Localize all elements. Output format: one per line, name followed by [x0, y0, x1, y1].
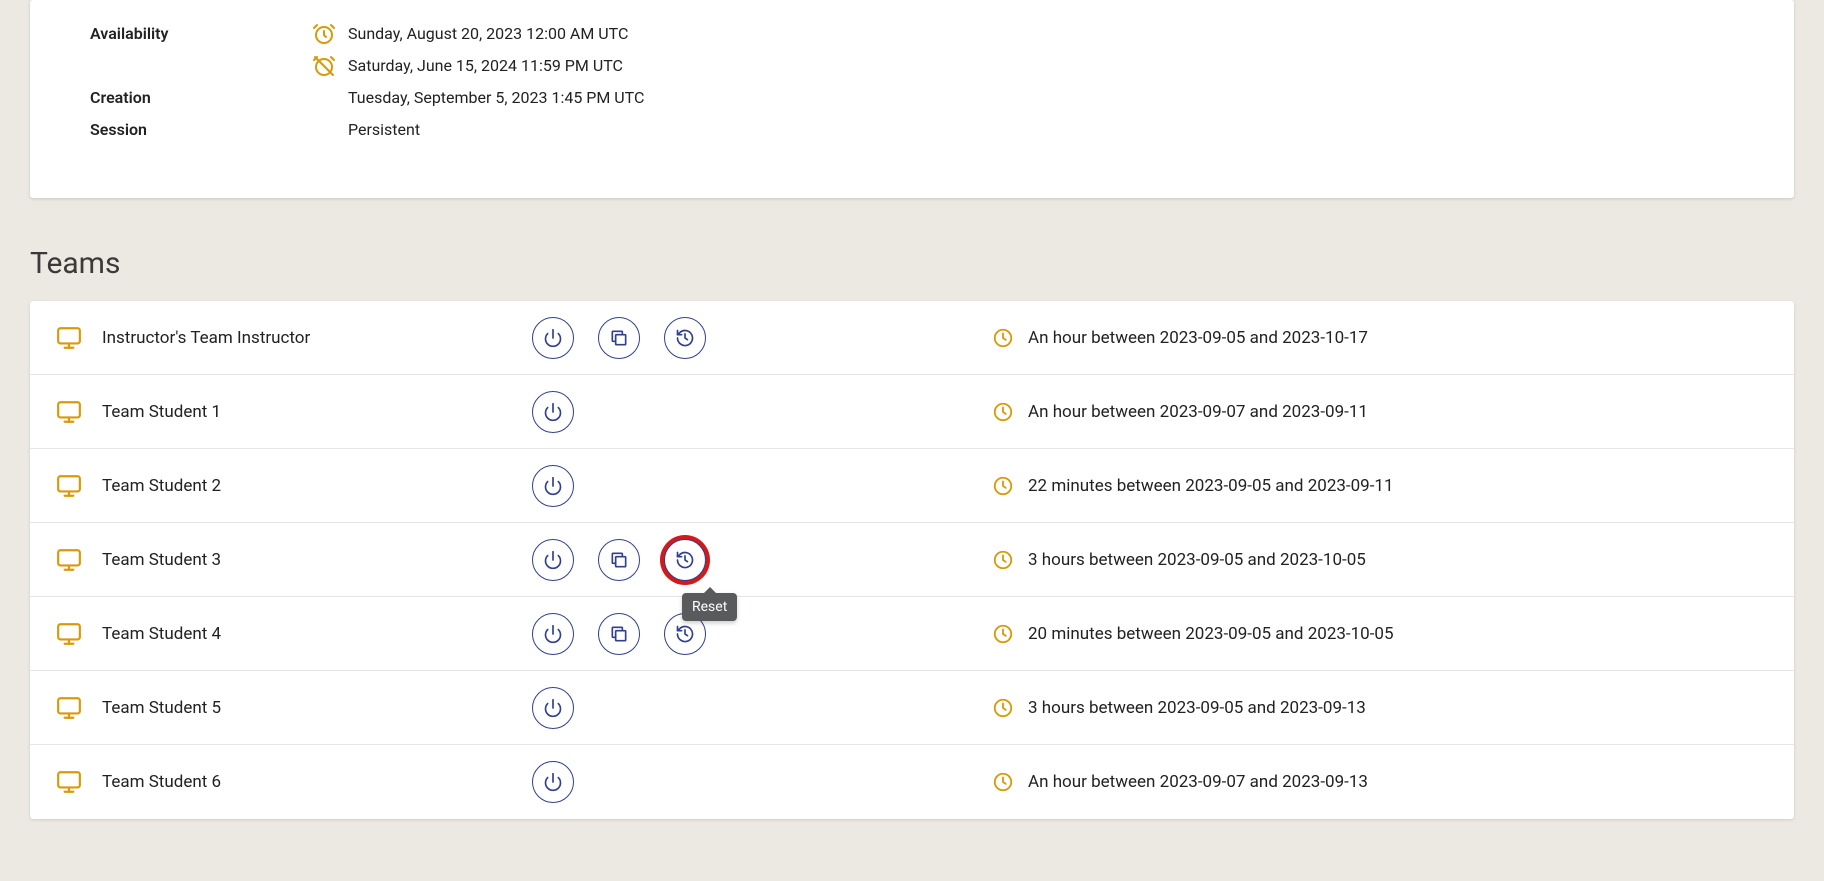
team-time: An hour between 2023-09-07 and 2023-09-1…	[1028, 772, 1368, 792]
team-time: An hour between 2023-09-07 and 2023-09-1…	[1028, 402, 1368, 422]
info-row-availability-end: Saturday, June 15, 2024 11:59 PM UTC	[90, 52, 1734, 82]
monitor-icon	[56, 769, 82, 795]
availability-end: Saturday, June 15, 2024 11:59 PM UTC	[348, 52, 623, 75]
monitor-icon	[56, 399, 82, 425]
clock-icon	[992, 327, 1014, 349]
team-actions: Reset	[532, 539, 992, 581]
team-row[interactable]: Team Student 5 3 hours between 2023-09-05…	[30, 671, 1794, 745]
reset-tooltip: Reset	[682, 593, 737, 621]
team-row[interactable]: Team Student 4 20 minutes between 2023-09…	[30, 597, 1794, 671]
power-button[interactable]	[532, 539, 574, 581]
info-card: Availability Sunday, August 20, 2023 12:…	[30, 0, 1794, 198]
team-name: Team Student 1	[102, 402, 532, 422]
team-actions	[532, 391, 992, 433]
creation-label: Creation	[90, 84, 312, 107]
reset-button[interactable]	[664, 539, 706, 581]
team-name: Instructor's Team Instructor	[102, 328, 532, 348]
teams-section-title: Teams	[30, 246, 1794, 281]
clock-icon	[992, 475, 1014, 497]
info-row-session: Session Persistent	[90, 116, 1734, 146]
clock-icon	[992, 771, 1014, 793]
team-name: Team Student 5	[102, 698, 532, 718]
clock-icon	[992, 697, 1014, 719]
power-button[interactable]	[532, 687, 574, 729]
monitor-icon	[56, 547, 82, 573]
monitor-icon	[56, 473, 82, 499]
team-time: An hour between 2023-09-05 and 2023-10-1…	[1028, 328, 1368, 348]
power-button[interactable]	[532, 465, 574, 507]
availability-start: Sunday, August 20, 2023 12:00 AM UTC	[348, 20, 628, 43]
copy-button[interactable]	[598, 317, 640, 359]
clock-icon	[992, 401, 1014, 423]
team-row[interactable]: Team Student 3Reset 3 hours between 2023-…	[30, 523, 1794, 597]
info-row-availability: Availability Sunday, August 20, 2023 12:…	[90, 20, 1734, 50]
team-name: Team Student 3	[102, 550, 532, 570]
availability-label: Availability	[90, 20, 312, 43]
team-row[interactable]: Team Student 6 An hour between 2023-09-07…	[30, 745, 1794, 819]
power-button[interactable]	[532, 391, 574, 433]
team-row[interactable]: Team Student 1 An hour between 2023-09-07…	[30, 375, 1794, 449]
team-time: 22 minutes between 2023-09-05 and 2023-0…	[1028, 476, 1394, 496]
session-value: Persistent	[348, 116, 420, 139]
teams-list: Instructor's Team Instructor An hour betw…	[30, 301, 1794, 819]
team-actions	[532, 761, 992, 803]
team-actions	[532, 613, 992, 655]
team-name: Team Student 2	[102, 476, 532, 496]
creation-value: Tuesday, September 5, 2023 1:45 PM UTC	[348, 84, 644, 107]
clock-icon	[992, 623, 1014, 645]
alarm-on-icon	[312, 22, 336, 46]
alarm-off-icon	[312, 54, 336, 78]
clock-icon	[992, 549, 1014, 571]
copy-button[interactable]	[598, 613, 640, 655]
team-time: 20 minutes between 2023-09-05 and 2023-1…	[1028, 624, 1394, 644]
power-button[interactable]	[532, 761, 574, 803]
monitor-icon	[56, 621, 82, 647]
copy-button[interactable]	[598, 539, 640, 581]
power-button[interactable]	[532, 613, 574, 655]
team-actions	[532, 317, 992, 359]
team-row[interactable]: Instructor's Team Instructor An hour betw…	[30, 301, 1794, 375]
monitor-icon	[56, 695, 82, 721]
team-actions	[532, 687, 992, 729]
session-label: Session	[90, 116, 312, 139]
team-name: Team Student 6	[102, 772, 532, 792]
team-time: 3 hours between 2023-09-05 and 2023-09-1…	[1028, 698, 1366, 718]
power-button[interactable]	[532, 317, 574, 359]
team-row[interactable]: Team Student 2 22 minutes between 2023-09…	[30, 449, 1794, 523]
monitor-icon	[56, 325, 82, 351]
team-name: Team Student 4	[102, 624, 532, 644]
team-actions	[532, 465, 992, 507]
reset-button[interactable]	[664, 317, 706, 359]
info-row-creation: Creation Tuesday, September 5, 2023 1:45…	[90, 84, 1734, 114]
team-time: 3 hours between 2023-09-05 and 2023-10-0…	[1028, 550, 1366, 570]
